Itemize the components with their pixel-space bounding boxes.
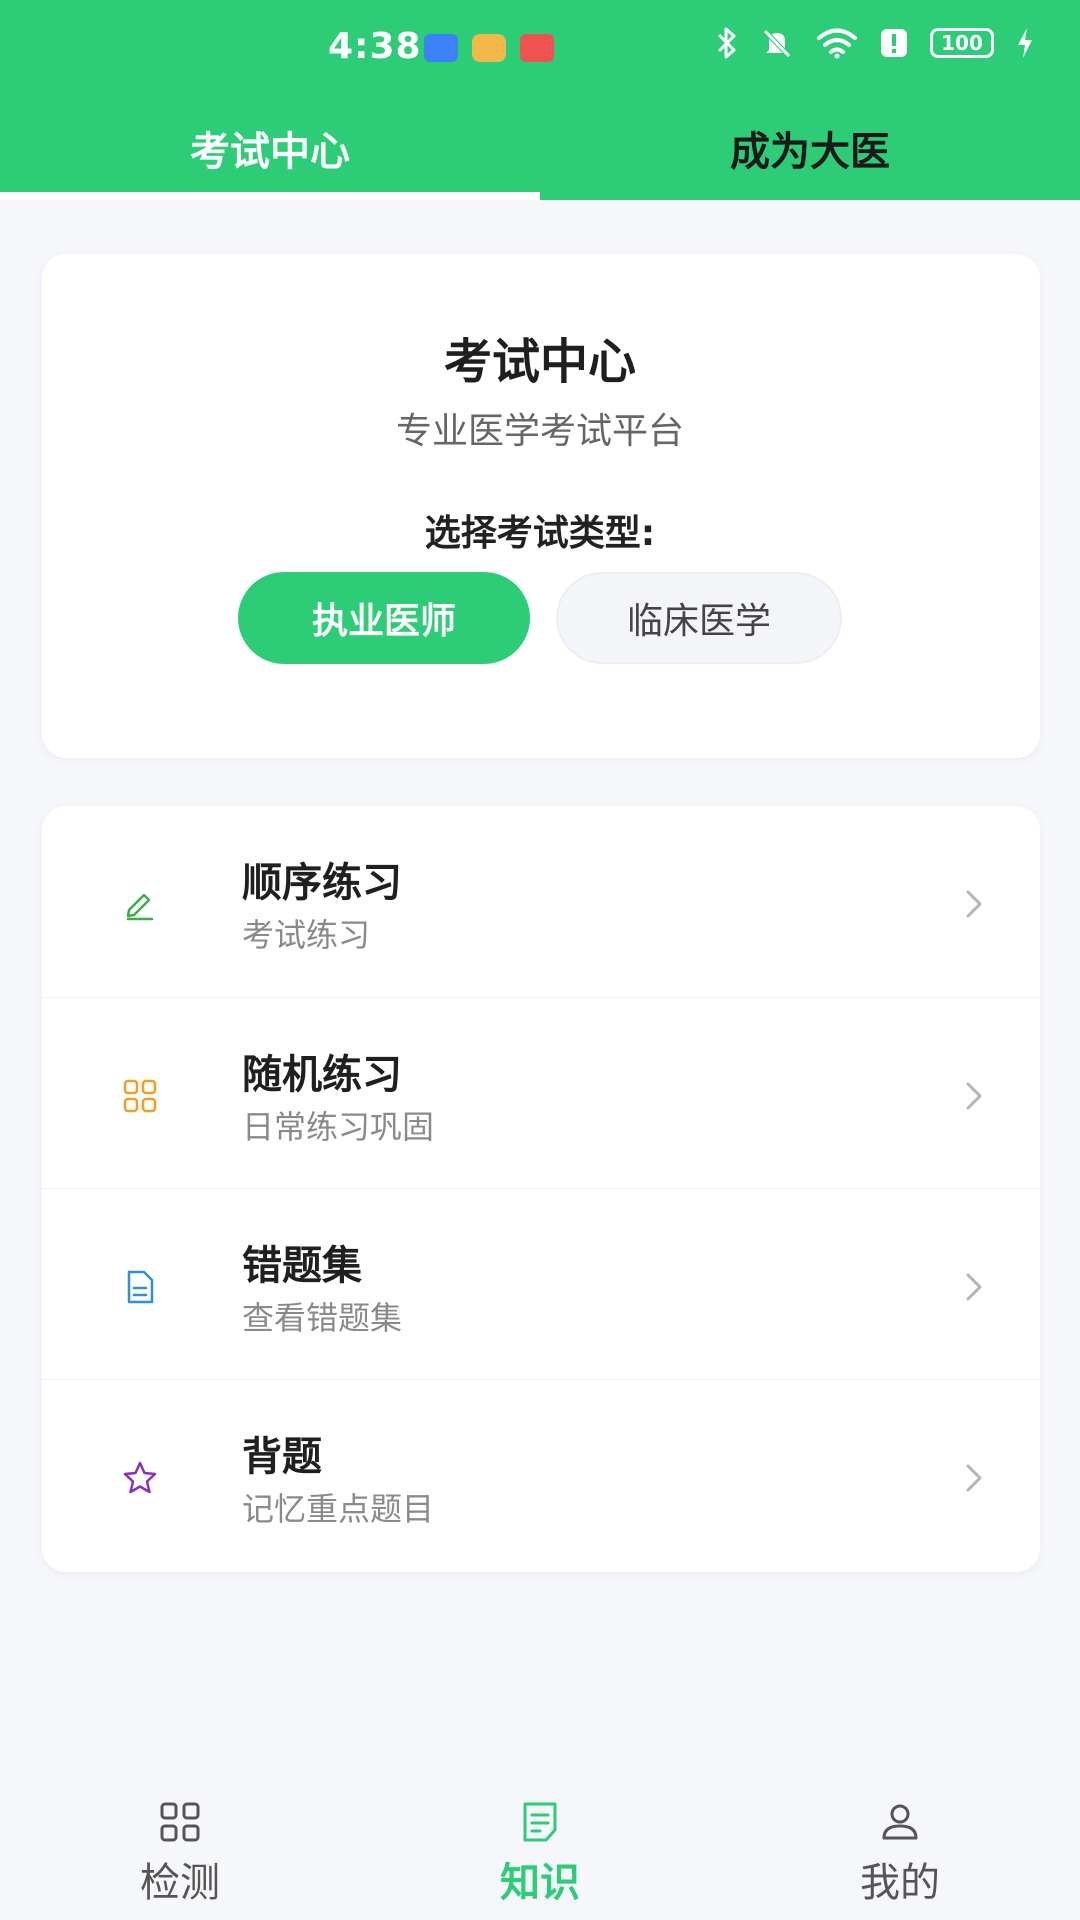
list-item-random-practice[interactable]: 随机练习 日常练习巩固: [42, 997, 1040, 1188]
nav-label: 我的: [860, 1860, 940, 1906]
list-item-sequential-practice[interactable]: 顺序练习 考试练习: [42, 806, 1040, 997]
nav-label: 知识: [500, 1860, 580, 1906]
exam-type-label: 选择考试类型:: [424, 513, 656, 554]
tab-exam-center[interactable]: 考试中心: [0, 100, 540, 196]
app-screen: 4:38 100 考试中心 成为大医 考试中心 专业医学考试平台 选择考试类型:…: [0, 0, 1080, 1920]
star-icon: [123, 1461, 157, 1494]
list-item-memorize-questions[interactable]: 背题 记忆重点题目: [42, 1379, 1040, 1570]
document-icon: [127, 1270, 154, 1304]
mute-bell-icon: [763, 29, 791, 58]
usb-icon: [424, 34, 458, 62]
exam-type-licensed-physician[interactable]: 执业医师: [238, 572, 530, 664]
grid-icon: [160, 1802, 200, 1842]
grid-icon: [123, 1079, 157, 1113]
list-item-subtitle: 查看错题集: [242, 1299, 403, 1337]
list-item-subtitle: 记忆重点题目: [242, 1490, 435, 1528]
header: 4:38 100 考试中心 成为大医: [0, 0, 1080, 200]
battery-indicator: 100: [930, 28, 994, 58]
alert-icon: [881, 29, 907, 57]
document-icon: [523, 1802, 557, 1842]
nav-item-mine[interactable]: 我的: [720, 1790, 1080, 1920]
top-tabs: 考试中心 成为大医: [0, 100, 1080, 200]
nav-item-detect[interactable]: 检测: [0, 1790, 360, 1920]
wifi-icon: [817, 28, 857, 59]
chevron-right-icon: [966, 1082, 982, 1110]
nav-item-knowledge[interactable]: 知识: [360, 1790, 720, 1920]
list-item-subtitle: 考试练习: [242, 916, 371, 954]
chevron-right-icon: [966, 1464, 982, 1492]
card-subtitle: 专业医学考试平台: [395, 411, 684, 452]
list-item-subtitle: 日常练习巩固: [242, 1108, 435, 1146]
user-icon: [882, 1804, 918, 1840]
tab-become-doctor[interactable]: 成为大医: [540, 100, 1080, 196]
status-time: 4:38: [328, 26, 422, 67]
exam-type-clinical-medicine[interactable]: 临床医学: [556, 572, 842, 664]
notification-icons: [424, 34, 554, 62]
chevron-right-icon: [966, 890, 982, 918]
status-bar: 4:38 100: [0, 0, 1080, 100]
weibo-icon: [472, 34, 506, 62]
practice-list: 顺序练习 考试练习 随机练习 日常练习巩固 错题集 查看错题集 背题 记忆重点题…: [42, 806, 1040, 1572]
bottom-nav: 检测 知识 我的: [0, 1790, 1080, 1920]
chevron-right-icon: [966, 1273, 982, 1301]
book-app-icon: [520, 34, 554, 62]
list-item-title: 错题集: [242, 1243, 362, 1289]
card-title: 考试中心: [443, 334, 636, 390]
list-item-wrong-questions[interactable]: 错题集 查看错题集: [42, 1188, 1040, 1379]
list-item-title: 随机练习: [242, 1052, 402, 1098]
pencil-icon: [126, 893, 154, 921]
list-item-title: 顺序练习: [242, 860, 402, 906]
bluetooth-icon: [717, 27, 736, 59]
list-item-title: 背题: [242, 1434, 322, 1480]
system-icons: 100: [716, 26, 1034, 60]
charging-icon: [1018, 28, 1032, 58]
nav-label: 检测: [140, 1860, 220, 1906]
active-tab-indicator: [0, 192, 540, 200]
